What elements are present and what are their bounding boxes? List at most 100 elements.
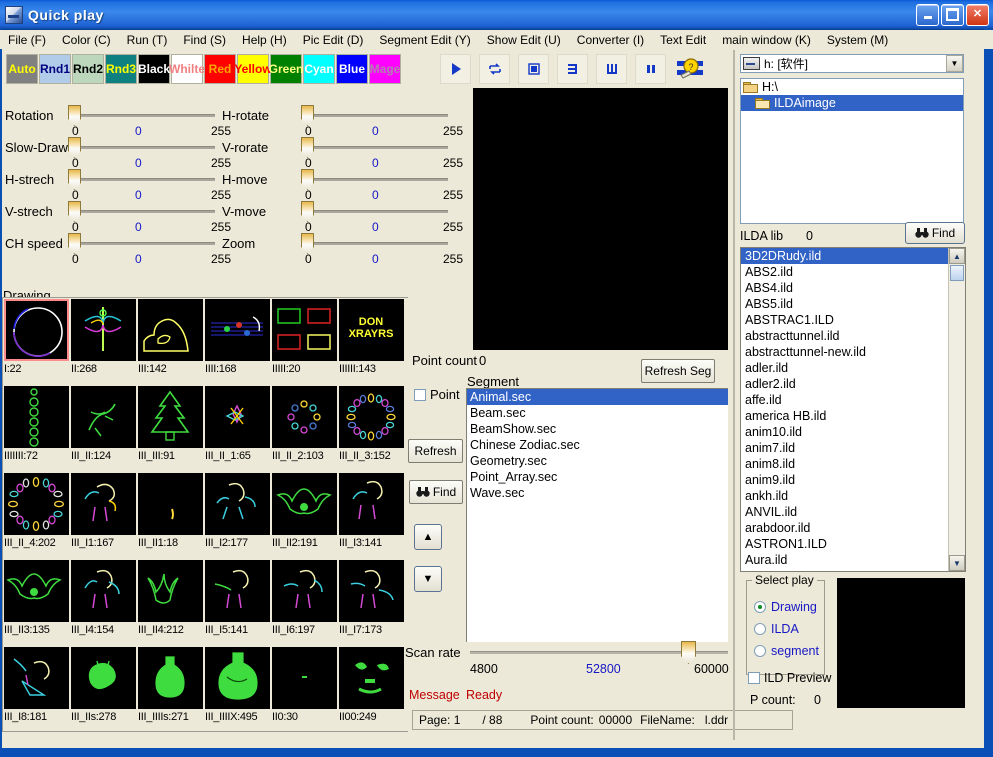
thumbnail-image[interactable] xyxy=(272,647,337,709)
file-list-item[interactable]: ASTRON1.ILD xyxy=(741,536,948,552)
thumbnail-cell[interactable]: III_II2:191 xyxy=(271,472,338,559)
color-button-rnd3[interactable]: Rnd3 xyxy=(105,54,137,84)
thumbnail-cell[interactable]: III_II4:212 xyxy=(137,559,204,646)
point-checkbox[interactable]: Point xyxy=(414,387,460,402)
thumbnail-cell[interactable]: III_IIIIX:495 xyxy=(204,646,271,731)
file-list-item[interactable]: Aura.ild xyxy=(741,552,948,568)
thumbnail-cell[interactable]: III_II_1:65 xyxy=(204,385,271,472)
thumbnail-image[interactable] xyxy=(272,473,337,535)
segment-list-item[interactable]: Geometry.sec xyxy=(467,453,728,469)
file-list-item[interactable]: ABS4.ild xyxy=(741,280,948,296)
slider-thumb[interactable] xyxy=(301,169,314,190)
segment-list-item[interactable]: BeamShow.sec xyxy=(467,421,728,437)
slider-thumb[interactable] xyxy=(68,169,81,190)
file-list-item[interactable]: ABSTRAC1.ILD xyxy=(741,312,948,328)
slider-track[interactable] xyxy=(70,178,215,181)
thumbnail-image[interactable] xyxy=(138,560,203,622)
scan-rate-thumb[interactable] xyxy=(681,641,696,664)
maximize-button[interactable] xyxy=(941,3,964,26)
file-list-scrollbar[interactable]: ▲ ▼ xyxy=(948,248,965,571)
menu-item-system-m[interactable]: System (M) xyxy=(819,31,896,49)
slider-thumb[interactable] xyxy=(301,233,314,254)
thumbnail-cell[interactable]: III_I5:141 xyxy=(204,559,271,646)
slider-track[interactable] xyxy=(70,114,215,117)
ild-preview-checkbox[interactable]: ILD Preview xyxy=(748,671,831,685)
file-list-item[interactable]: adler2.ild xyxy=(741,376,948,392)
color-button-cyan[interactable]: Cyan xyxy=(303,54,335,84)
thumbnail-cell[interactable]: IIIIIII:72 xyxy=(3,385,70,472)
minimize-button[interactable] xyxy=(916,3,939,26)
slider-track[interactable] xyxy=(303,242,448,245)
file-list-item[interactable]: adler.ild xyxy=(741,360,948,376)
segment-list[interactable]: Animal.sec Beam.sec BeamShow.sec Chinese Zo… xyxy=(466,388,728,642)
thumbnail-cell[interactable]: III_II3:135 xyxy=(3,559,70,646)
close-button[interactable]: ✕ xyxy=(966,3,989,26)
thumbnail-cell[interactable]: III_IIs:278 xyxy=(70,646,137,731)
stop-button[interactable] xyxy=(518,54,549,84)
thumbnail-image[interactable] xyxy=(4,560,69,622)
thumbnail-image[interactable] xyxy=(205,386,270,448)
thumbnail-image[interactable] xyxy=(71,386,136,448)
thumbnail-image[interactable] xyxy=(71,647,136,709)
find-button-right[interactable]: Find xyxy=(905,222,965,244)
thumbnail-image[interactable] xyxy=(138,473,203,535)
radio-ilda[interactable]: ILDA xyxy=(754,622,799,636)
ild-preview-canvas[interactable] xyxy=(837,578,965,708)
file-list-item[interactable]: anim7.ild xyxy=(741,440,948,456)
scroll-down-button[interactable]: ▼ xyxy=(414,566,442,592)
slider-thumb[interactable] xyxy=(68,137,81,158)
directory-list-item[interactable]: ILDAimage xyxy=(741,95,963,111)
thumbnail-cell[interactable]: III_III:91 xyxy=(137,385,204,472)
thumbnail-cell[interactable]: III_I7:173 xyxy=(338,559,405,646)
thumbnail-image[interactable] xyxy=(205,299,270,361)
thumbnail-cell[interactable]: III_I2:177 xyxy=(204,472,271,559)
file-list[interactable]: 3D2DRudy.ild ABS2.ild ABS4.ild ABS5.ild ABST… xyxy=(740,247,966,572)
thumbnail-image[interactable] xyxy=(339,386,404,448)
file-list-item[interactable]: anim8.ild xyxy=(741,456,948,472)
color-button-blue[interactable]: Blue xyxy=(336,54,368,84)
thumbnail-cell[interactable]: III_I4:154 xyxy=(70,559,137,646)
loop-button[interactable] xyxy=(479,54,510,84)
thumbnail-image[interactable] xyxy=(4,647,69,709)
slider-thumb[interactable] xyxy=(68,105,81,126)
thumbnail-image[interactable] xyxy=(4,299,69,361)
menu-item-file-f[interactable]: File (F) xyxy=(0,31,54,49)
thumbnail-image[interactable] xyxy=(205,560,270,622)
file-list-item[interactable]: ANVIL.ild xyxy=(741,504,948,520)
thumbnail-image[interactable] xyxy=(272,386,337,448)
thumbnail-cell[interactable]: III_I6:197 xyxy=(271,559,338,646)
thumbnail-image[interactable] xyxy=(138,299,203,361)
menu-item-help-h[interactable]: Help (H) xyxy=(234,31,295,49)
slider-track[interactable] xyxy=(70,210,215,213)
main-preview-canvas[interactable] xyxy=(473,88,728,350)
color-button-rnd2[interactable]: Rnd2 xyxy=(72,54,104,84)
segment-list-item[interactable]: Point_Array.sec xyxy=(467,469,728,485)
file-list-item[interactable]: 3D2DRudy.ild xyxy=(741,248,948,264)
menu-item-find-s[interactable]: Find (S) xyxy=(175,31,234,49)
segment-list-item[interactable]: Chinese Zodiac.sec xyxy=(467,437,728,453)
menu-item-run-t[interactable]: Run (T) xyxy=(119,31,176,49)
thumbnail-cell[interactable]: II0:30 xyxy=(271,646,338,731)
segment-list-item[interactable]: Wave.sec xyxy=(467,485,728,501)
thumbnail-cell[interactable]: III_I8:181 xyxy=(3,646,70,731)
thumbnail-cell[interactable]: II:268 xyxy=(70,298,137,385)
menu-item-converter-i[interactable]: Converter (I) xyxy=(569,31,652,49)
thumbnail-cell[interactable]: IIII:168 xyxy=(204,298,271,385)
file-list-item[interactable]: abstracttunnel-new.ild xyxy=(741,344,948,360)
color-button-black[interactable]: Black xyxy=(138,54,170,84)
menu-item-show-edit-u[interactable]: Show Edit (U) xyxy=(479,31,569,49)
slider-thumb[interactable] xyxy=(301,137,314,158)
menu-item-text-edit[interactable]: Text Edit xyxy=(652,31,714,49)
thumbnail-cell[interactable]: III_I1:167 xyxy=(70,472,137,559)
scroll-up-arrow-icon[interactable]: ▲ xyxy=(949,248,965,264)
thumbnail-image[interactable] xyxy=(339,560,404,622)
file-list-item[interactable]: affe.ild xyxy=(741,392,948,408)
thumbnail-image[interactable] xyxy=(138,647,203,709)
thumbnail-image[interactable] xyxy=(205,473,270,535)
thumbnail-cell[interactable]: IIIII:20 xyxy=(271,298,338,385)
thumbnail-cell[interactable]: I:22 xyxy=(3,298,70,385)
scroll-down-arrow-icon[interactable]: ▼ xyxy=(949,555,965,571)
file-list-item[interactable]: america HB.ild xyxy=(741,408,948,424)
refresh-seg-button[interactable]: Refresh Seg xyxy=(641,359,715,383)
color-button-yellow[interactable]: Yellow xyxy=(234,54,272,84)
